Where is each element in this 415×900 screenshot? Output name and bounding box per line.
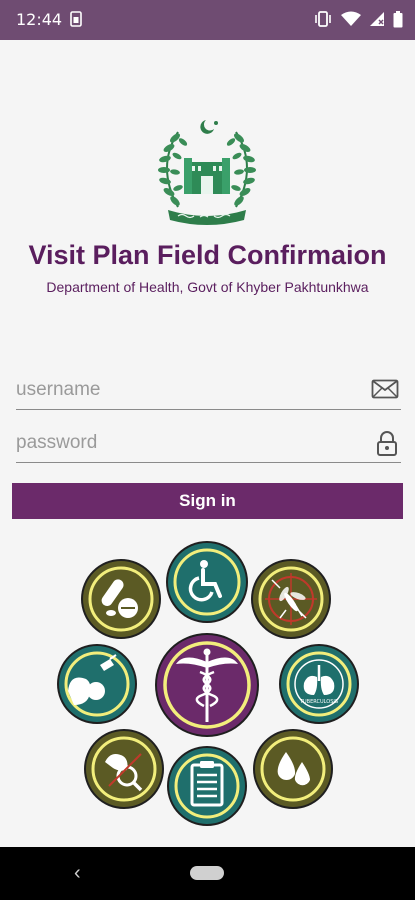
caduceus-icon (154, 632, 260, 738)
password-input[interactable] (16, 429, 366, 457)
status-bar: 12:44 (0, 0, 415, 40)
battery-icon (393, 10, 403, 33)
app-subtitle: Department of Health, Govt of Khyber Pak… (46, 279, 369, 295)
envelope-icon (371, 378, 399, 405)
mother-child-icon (56, 643, 138, 725)
lock-icon (375, 431, 399, 462)
sign-in-button[interactable]: Sign in (12, 483, 403, 519)
status-time: 12:44 (16, 10, 63, 29)
app-title: Visit Plan Field Confirmaion (28, 240, 387, 270)
wheelchair-icon (165, 540, 249, 624)
blood-drops-icon (252, 728, 334, 810)
mosquito-icon (250, 558, 332, 640)
password-field (16, 423, 401, 463)
pills-icon (80, 558, 162, 640)
tuberculosis-caption: TUBERCULOSIS (299, 699, 339, 705)
clipboard-icon (166, 745, 248, 827)
no-drugs-icon (83, 728, 165, 810)
username-field (16, 370, 401, 410)
kp-govt-emblem-logo (148, 112, 266, 230)
wifi-icon (341, 11, 361, 32)
vibrate-icon (313, 10, 333, 33)
sim-card-icon (70, 11, 82, 32)
navigation-bar: ‹ (0, 847, 415, 900)
lungs-icon: TUBERCULOSIS (278, 643, 360, 725)
username-input[interactable] (16, 376, 366, 404)
home-pill-icon[interactable] (190, 866, 224, 880)
back-icon[interactable]: ‹ (74, 862, 81, 885)
signal-icon (369, 11, 385, 32)
